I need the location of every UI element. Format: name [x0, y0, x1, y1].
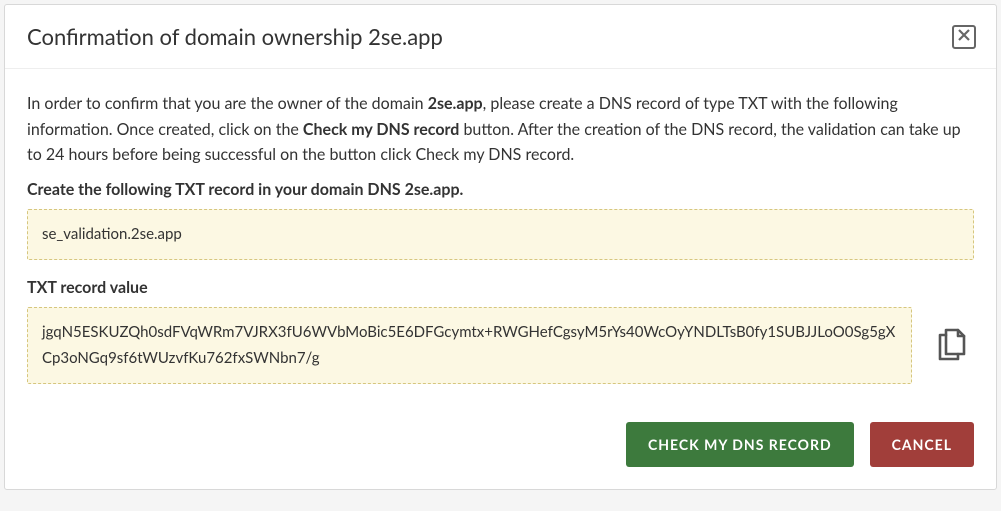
copy-button[interactable]	[930, 320, 974, 371]
check-button-name-bold: Check my DNS record	[303, 120, 459, 139]
check-dns-button[interactable]: CHECK MY DNS RECORD	[626, 422, 854, 467]
txt-record-value-box: jgqN5ESKUZQh0sdFVqWRm7VJRX3fU6WVbMoBic5E…	[27, 307, 912, 384]
txt-value-section: jgqN5ESKUZQh0sdFVqWRm7VJRX3fU6WVbMoBic5E…	[27, 307, 974, 384]
modal-footer: CHECK MY DNS RECORD CANCEL	[5, 404, 996, 489]
modal-body: In order to confirm that you are the own…	[5, 69, 996, 404]
txt-value-label: TXT record value	[27, 278, 974, 297]
modal-header: Confirmation of domain ownership 2se.app	[5, 5, 996, 69]
domain-name-bold: 2se.app	[428, 94, 483, 113]
domain-ownership-modal: Confirmation of domain ownership 2se.app…	[4, 4, 997, 490]
txt-record-instruction: Create the following TXT record in your …	[27, 180, 974, 199]
copy-icon	[936, 326, 968, 365]
cancel-button[interactable]: CANCEL	[870, 422, 974, 467]
close-button[interactable]	[952, 25, 976, 49]
close-icon	[958, 29, 970, 44]
intro-part1: In order to confirm that you are the own…	[27, 94, 428, 113]
txt-record-name-box: se_validation.2se.app	[27, 209, 974, 261]
intro-text: In order to confirm that you are the own…	[27, 91, 974, 168]
modal-title: Confirmation of domain ownership 2se.app	[27, 23, 443, 50]
